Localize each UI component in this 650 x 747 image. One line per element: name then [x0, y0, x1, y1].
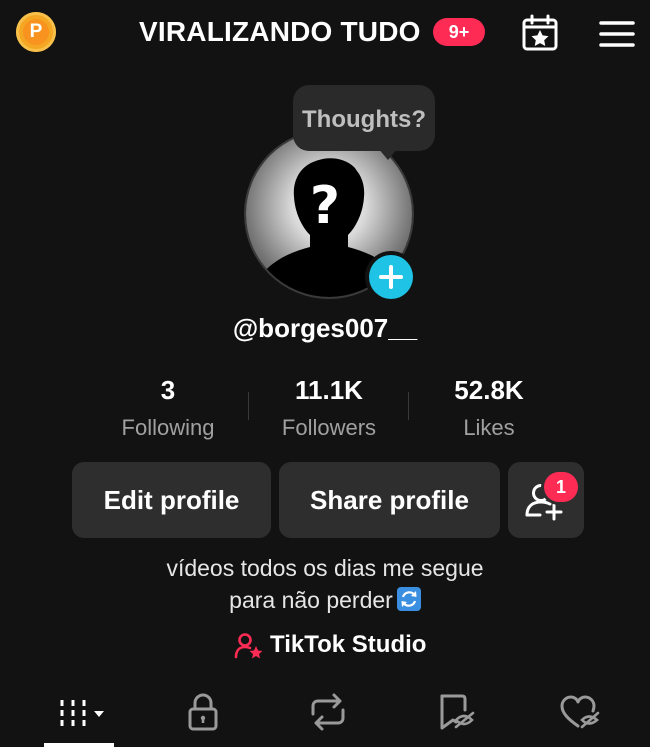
lock-icon: [188, 693, 218, 731]
coin-letter: P: [23, 19, 49, 45]
bio-line-1: vídeos todos os dias me segue: [166, 555, 484, 581]
page-title[interactable]: VIRALIZANDO TUDO: [139, 14, 421, 50]
edit-profile-button[interactable]: Edit profile: [72, 462, 271, 538]
tab-favorites[interactable]: [432, 690, 492, 734]
svg-text:?: ?: [310, 176, 340, 236]
coin-icon[interactable]: P: [16, 12, 56, 52]
following-label[interactable]: Following: [88, 412, 248, 444]
studio-person-star-icon: [234, 633, 263, 659]
thought-bubble[interactable]: Thoughts?: [293, 85, 435, 151]
tab-videos[interactable]: [56, 690, 116, 734]
menu-icon[interactable]: [598, 18, 636, 50]
calendar-star-icon[interactable]: [520, 13, 560, 53]
tiktok-studio-label: TikTok Studio: [270, 631, 427, 658]
selected-tab-indicator: [44, 743, 114, 747]
heart-hidden-icon: [560, 695, 600, 729]
tab-liked[interactable]: [556, 690, 616, 734]
bio-line-2: para não perder: [229, 587, 393, 613]
following-count[interactable]: 3: [88, 372, 248, 408]
username[interactable]: @borges007__: [0, 310, 650, 346]
share-profile-button[interactable]: Share profile: [279, 462, 500, 538]
followers-count[interactable]: 11.1K: [249, 372, 409, 408]
sync-emoji-icon: [396, 587, 421, 611]
thought-bubble-tail: [378, 148, 398, 160]
bio-line-2-wrap: para não perder: [0, 584, 650, 616]
add-friend-icon: [525, 484, 563, 521]
tab-reposts[interactable]: [305, 690, 365, 734]
bookmark-hidden-icon: [440, 694, 475, 730]
add-photo-icon[interactable]: [369, 255, 413, 299]
grid-dropdown-icon: [60, 700, 104, 726]
tab-private[interactable]: [180, 690, 240, 734]
add-friend-button[interactable]: [508, 462, 584, 538]
likes-label[interactable]: Likes: [409, 412, 569, 444]
likes-count[interactable]: 52.8K: [409, 372, 569, 408]
friend-request-badge: 1: [544, 472, 578, 502]
repost-icon: [311, 693, 345, 731]
followers-label[interactable]: Followers: [249, 412, 409, 444]
notification-badge: 9+: [433, 18, 485, 46]
